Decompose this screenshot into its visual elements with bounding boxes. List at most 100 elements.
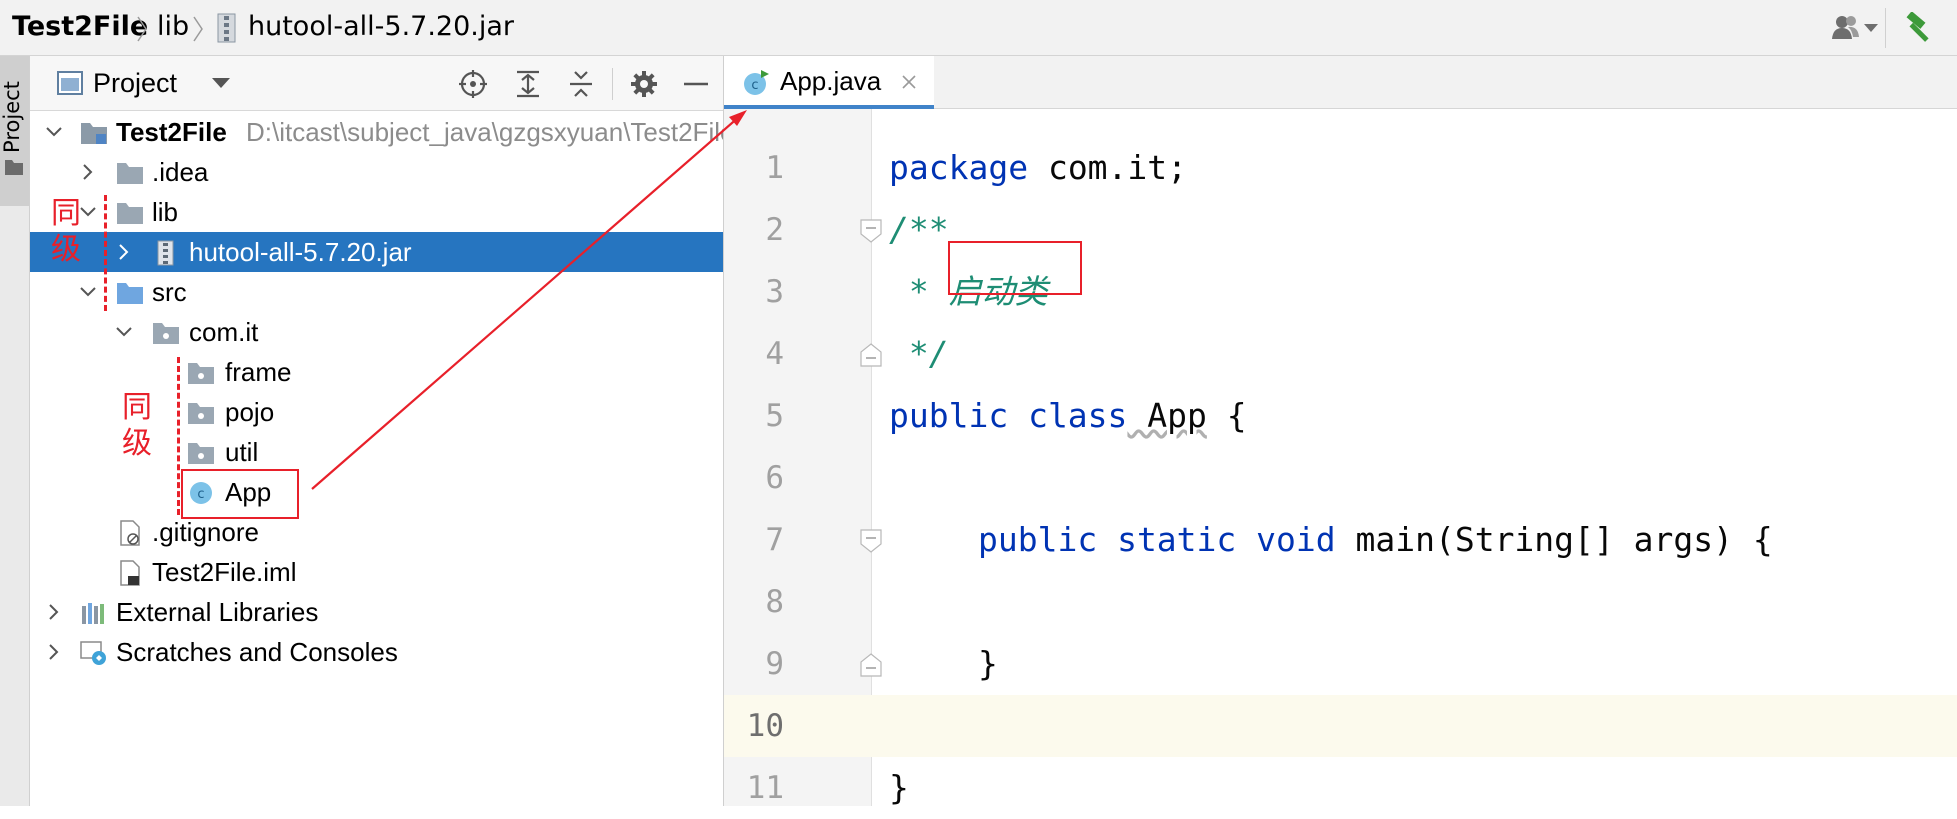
chevron-down-icon[interactable]: [212, 78, 230, 90]
line-number: 2: [765, 212, 784, 248]
scratches-icon: [80, 641, 106, 665]
tree-row-lib[interactable]: lib: [30, 192, 723, 232]
line-number: 10: [746, 708, 784, 744]
tree-label: pojo: [225, 397, 275, 427]
navigation-bar: Test2File lib hutool-all-5.7.20.jar: [0, 0, 1957, 56]
user-icon[interactable]: [1832, 15, 1860, 41]
code-line-8: 8: [724, 571, 1957, 633]
tab-label: App.java: [780, 66, 882, 96]
expand-all-icon[interactable]: [512, 68, 544, 100]
tree-row-idea[interactable]: .idea: [30, 152, 723, 192]
chevron-down-icon[interactable]: [78, 202, 98, 222]
tree-label: Test2File: [116, 117, 227, 147]
tree-row-app[interactable]: c App: [30, 472, 723, 512]
annotation-char: 同: [122, 390, 152, 425]
package-icon: [188, 363, 214, 384]
project-view-selector[interactable]: Project: [93, 56, 177, 111]
line-number: 11: [746, 770, 784, 806]
tree-row-iml[interactable]: Test2File.iml: [30, 552, 723, 592]
breadcrumb-lib[interactable]: lib: [157, 0, 189, 56]
code-line-9: 9 }: [724, 633, 1957, 695]
line-number: 8: [765, 584, 784, 620]
toolbar-divider: [612, 68, 613, 100]
svg-text:c: c: [751, 78, 758, 93]
code-line-4: 4 */: [724, 323, 1957, 385]
tool-window-stripe: Project: [0, 56, 30, 806]
build-hammer-icon[interactable]: [1903, 12, 1935, 44]
annotation-same-level-2: 同 级: [122, 390, 152, 462]
comment-star: *: [889, 272, 949, 311]
tree-row-test2file[interactable]: Test2File D:\itcast\subject_java\gzgsxyu…: [30, 112, 724, 152]
code-line-7: 7 public static void main(String[] args)…: [724, 509, 1957, 571]
project-stripe-label: Project: [0, 81, 24, 153]
folder-icon: [5, 160, 23, 175]
annotation-char: 同: [51, 196, 81, 231]
chevron-down-icon[interactable]: [44, 122, 64, 142]
breadcrumb-jar[interactable]: hutool-all-5.7.20.jar: [248, 0, 514, 56]
code-token: com.it;: [1028, 148, 1188, 187]
chevron-down-icon[interactable]: [114, 322, 134, 342]
breadcrumb-project[interactable]: Test2File: [12, 0, 148, 56]
code-token: main(String[] args) {: [1335, 520, 1773, 559]
close-icon[interactable]: [902, 75, 916, 89]
package-icon: [188, 403, 214, 424]
code-line-3: 3 * 启动类: [724, 261, 1957, 323]
tree-row-frame[interactable]: frame: [30, 352, 723, 392]
fold-end-icon[interactable]: [860, 653, 882, 677]
line-number: 6: [765, 460, 784, 496]
tree-label: External Libraries: [116, 597, 319, 627]
chevron-right-icon[interactable]: [78, 162, 98, 182]
chevron-right-icon[interactable]: [44, 642, 64, 662]
fold-collapse-icon[interactable]: [860, 219, 882, 243]
source-folder-icon: [117, 283, 143, 304]
gear-icon[interactable]: [628, 68, 660, 100]
tab-app-java[interactable]: c App.java: [724, 56, 934, 109]
module-folder-icon: [81, 123, 107, 144]
hide-panel-icon[interactable]: [680, 68, 712, 100]
project-view-icon: [57, 71, 83, 95]
code-line-10-current: 10: [724, 695, 1957, 757]
annotation-box-app: [181, 469, 299, 519]
editor-tab-bar: c App.java: [724, 56, 1957, 109]
breadcrumb-separator-icon: [193, 16, 203, 42]
annotation-box-comment: [948, 241, 1082, 295]
line-number: 7: [765, 522, 784, 558]
collapse-all-icon[interactable]: [565, 68, 597, 100]
code-text: public class App {: [889, 385, 1247, 447]
tree-row-com-it[interactable]: com.it: [30, 312, 723, 352]
project-panel-header: Project: [30, 56, 723, 111]
fold-end-icon[interactable]: [860, 343, 882, 367]
tree-row-hutool-jar[interactable]: hutool-all-5.7.20.jar: [30, 232, 723, 272]
project-tool-window-button[interactable]: Project: [0, 56, 29, 206]
chevron-right-icon[interactable]: [114, 242, 134, 262]
tree-row-scratches[interactable]: Scratches and Consoles: [30, 632, 723, 672]
line-number: 1: [765, 150, 784, 186]
package-icon: [188, 443, 214, 464]
locate-file-icon[interactable]: [457, 68, 489, 100]
tree-label: lib: [152, 197, 179, 227]
line-number: 3: [765, 274, 784, 310]
tree-row-external-libraries[interactable]: External Libraries: [30, 592, 723, 632]
toolbar-divider: [1885, 8, 1886, 48]
keyword: package: [889, 148, 1029, 187]
keyword: public class: [889, 396, 1128, 435]
jar-icon: [217, 13, 236, 43]
tree-row-src[interactable]: src: [30, 272, 723, 312]
tree-label: hutool-all-5.7.20.jar: [189, 237, 412, 267]
ignore-file-icon: [120, 520, 140, 546]
fold-collapse-icon[interactable]: [860, 529, 882, 553]
code-text: }: [978, 644, 998, 683]
tree-path-label: D:\itcast\subject_java\gzgsxyuan\Test2Fi…: [246, 117, 724, 147]
code-token: {: [1206, 396, 1247, 435]
code-area[interactable]: 1 package com.it; 2 /** 3 * 启动类 4 */ 5 p…: [724, 109, 1957, 807]
package-icon: [153, 323, 179, 344]
tree-label: Scratches and Consoles: [116, 637, 398, 667]
tree-label: com.it: [189, 317, 259, 347]
line-number: 4: [765, 336, 784, 372]
code-editor: c App.java 1 package com.it; 2 /** 3 * 启…: [724, 56, 1957, 807]
chevron-down-icon[interactable]: [78, 282, 98, 302]
chevron-right-icon[interactable]: [44, 602, 64, 622]
java-class-icon: c: [744, 70, 769, 95]
tree-row-gitignore[interactable]: .gitignore: [30, 512, 723, 552]
chevron-down-icon[interactable]: [1864, 24, 1878, 34]
